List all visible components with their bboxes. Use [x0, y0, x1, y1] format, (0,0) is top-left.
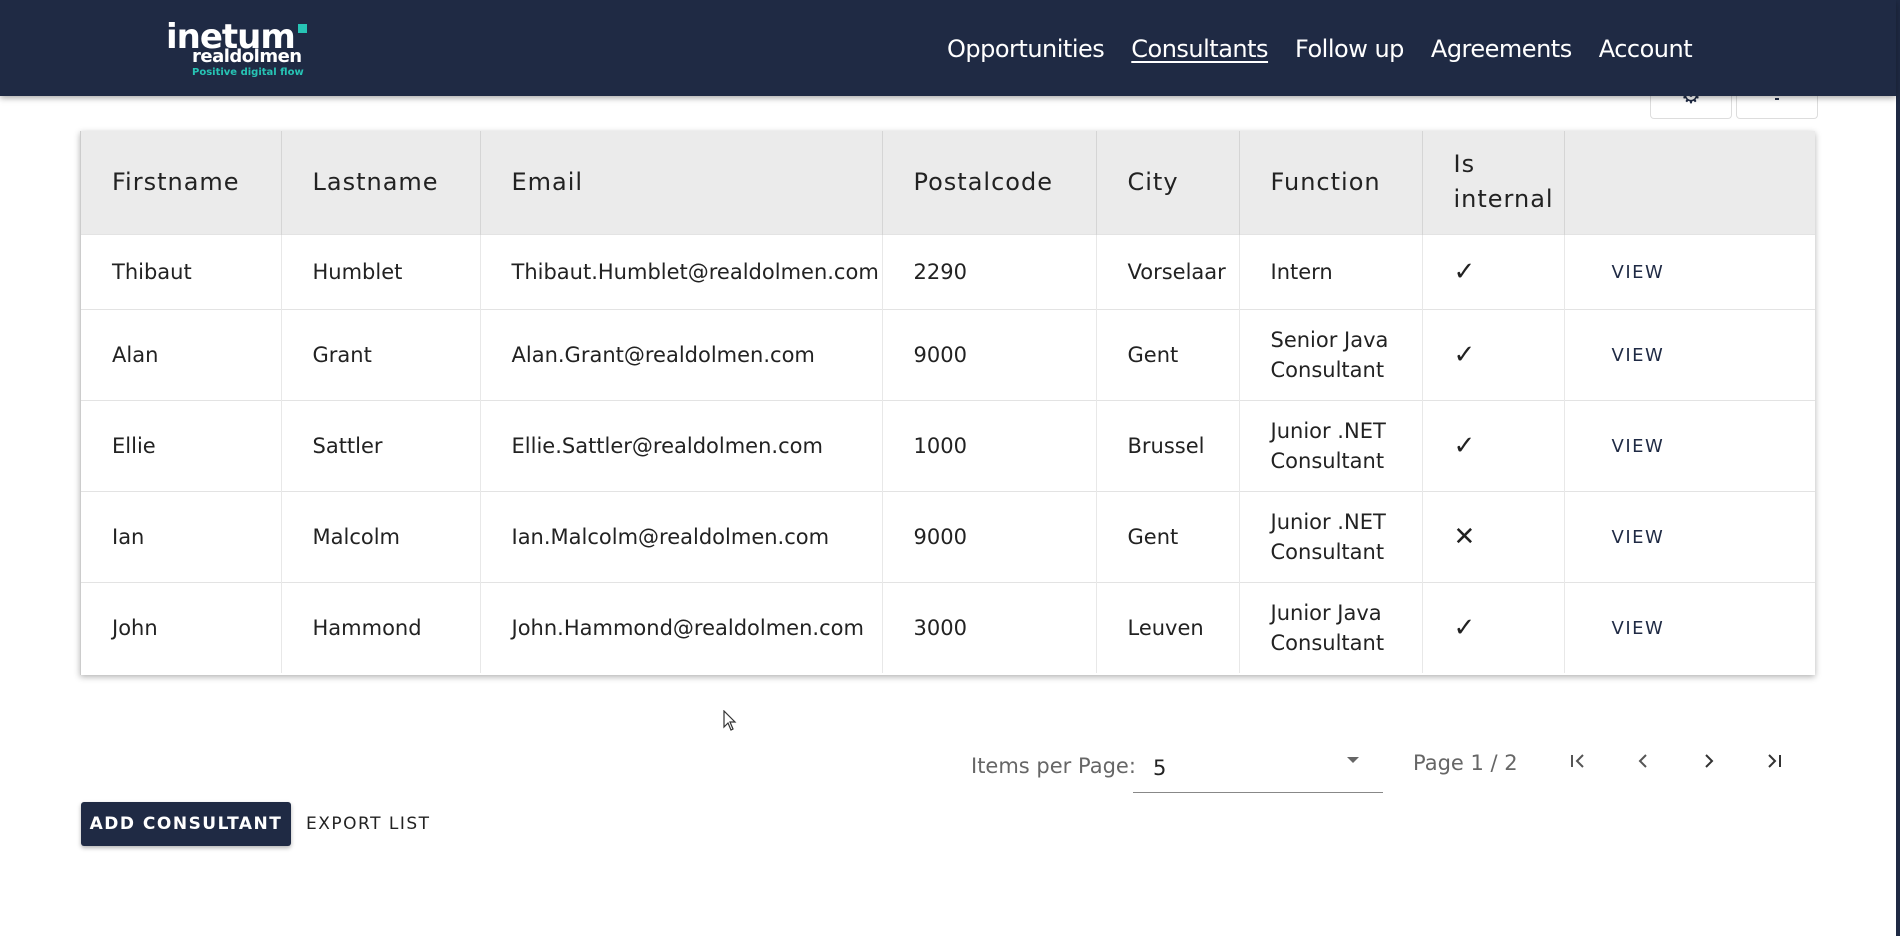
items-per-page-value: 5	[1153, 756, 1167, 780]
first-page-button[interactable]	[1563, 750, 1593, 778]
cell-city: Gent	[1096, 309, 1240, 400]
view-button[interactable]: VIEW	[1596, 436, 1665, 457]
inetum-realdolmen-logo[interactable]: inetum realdolmen Positive digital flow	[166, 18, 336, 80]
top-navigation-bar: inetum realdolmen Positive digital flow …	[0, 0, 1896, 96]
cell-function: Junior Java Consultant	[1239, 582, 1423, 673]
cell-function: Junior .NET Consultant	[1239, 400, 1423, 491]
nav-account[interactable]: Account	[1599, 34, 1693, 64]
cell-postalcode: 9000	[882, 491, 1097, 582]
check-icon: ✓	[1422, 309, 1565, 400]
main-nav: Opportunities Consultants Follow up Agre…	[947, 34, 1719, 64]
cell-city: Vorselaar	[1096, 234, 1240, 309]
cell-city: Gent	[1096, 491, 1240, 582]
cell-email: Alan.Grant@realdolmen.com	[480, 309, 883, 400]
column-header-email[interactable]: Email	[480, 131, 883, 234]
cell-firstname: Ian	[81, 491, 282, 582]
next-page-button[interactable]	[1694, 750, 1724, 778]
cell-firstname: Thibaut	[81, 234, 282, 309]
cell-lastname: Humblet	[281, 234, 481, 309]
view-button[interactable]: VIEW	[1596, 262, 1665, 283]
logo-tagline: Positive digital flow	[192, 67, 304, 78]
consultants-table: Firstname Lastname Email Postalcode City…	[80, 131, 1815, 675]
column-header-actions	[1564, 131, 1815, 234]
view-button[interactable]: VIEW	[1596, 618, 1665, 639]
cell-function: Junior .NET Consultant	[1239, 491, 1423, 582]
chevron-down-icon	[1347, 757, 1359, 763]
cell-lastname: Grant	[281, 309, 481, 400]
column-header-city[interactable]: City	[1096, 131, 1240, 234]
check-icon: ✓	[1422, 582, 1565, 673]
chevron-left-icon	[1638, 754, 1647, 768]
cell-function: Intern	[1239, 234, 1423, 309]
cell-postalcode: 9000	[882, 309, 1097, 400]
column-header-lastname[interactable]: Lastname	[281, 131, 481, 234]
view-button[interactable]: VIEW	[1596, 345, 1665, 366]
column-header-function[interactable]: Function	[1239, 131, 1423, 234]
table-row: Thibaut Humblet Thibaut.Humblet@realdolm…	[81, 234, 1815, 309]
nav-opportunities[interactable]: Opportunities	[947, 34, 1105, 64]
page-indicator: Page 1 / 2	[1413, 751, 1518, 775]
table-row: Alan Grant Alan.Grant@realdolmen.com 900…	[81, 309, 1815, 400]
nav-follow-up[interactable]: Follow up	[1295, 34, 1404, 64]
mouse-cursor-icon	[723, 710, 737, 731]
chevron-right-icon	[1705, 754, 1714, 768]
cell-city: Brussel	[1096, 400, 1240, 491]
nav-agreements[interactable]: Agreements	[1431, 34, 1572, 64]
cross-icon: ✕	[1422, 491, 1565, 582]
cell-firstname: Ellie	[81, 400, 282, 491]
cell-postalcode: 1000	[882, 400, 1097, 491]
cell-postalcode: 3000	[882, 582, 1097, 673]
previous-page-button[interactable]	[1628, 750, 1658, 778]
last-page-icon	[1768, 754, 1781, 768]
cell-email: John.Hammond@realdolmen.com	[480, 582, 883, 673]
cell-firstname: John	[81, 582, 282, 673]
last-page-button[interactable]	[1759, 750, 1789, 778]
cell-firstname: Alan	[81, 309, 282, 400]
export-list-button[interactable]: EXPORT LIST	[306, 802, 431, 846]
cell-function: Senior Java Consultant	[1239, 309, 1423, 400]
column-header-postalcode[interactable]: Postalcode	[882, 131, 1097, 234]
cell-email: Ellie.Sattler@realdolmen.com	[480, 400, 883, 491]
column-header-firstname[interactable]: Firstname	[81, 131, 282, 234]
column-header-is-internal[interactable]: Is internal	[1422, 131, 1565, 234]
cell-lastname: Hammond	[281, 582, 481, 673]
items-per-page-label: Items per Page:	[971, 754, 1136, 778]
nav-consultants[interactable]: Consultants	[1131, 34, 1268, 64]
first-page-icon	[1571, 754, 1584, 768]
cell-postalcode: 2290	[882, 234, 1097, 309]
add-consultant-button[interactable]: ADD CONSULTANT	[81, 802, 291, 846]
table-row: Ian Malcolm Ian.Malcolm@realdolmen.com 9…	[81, 491, 1815, 582]
check-icon: ✓	[1422, 234, 1565, 309]
logo-subbrand: realdolmen	[192, 46, 302, 67]
check-icon: ✓	[1422, 400, 1565, 491]
logo-accent-mark	[297, 24, 307, 33]
table-row: John Hammond John.Hammond@realdolmen.com…	[81, 582, 1815, 673]
cell-lastname: Sattler	[281, 400, 481, 491]
cell-email: Ian.Malcolm@realdolmen.com	[480, 491, 883, 582]
table-row: Ellie Sattler Ellie.Sattler@realdolmen.c…	[81, 400, 1815, 491]
cell-email: Thibaut.Humblet@realdolmen.com	[480, 234, 883, 309]
items-per-page-select[interactable]: 5	[1133, 744, 1383, 793]
cell-lastname: Malcolm	[281, 491, 481, 582]
table-header-row: Firstname Lastname Email Postalcode City…	[81, 131, 1815, 234]
view-button[interactable]: VIEW	[1596, 527, 1665, 548]
cell-city: Leuven	[1096, 582, 1240, 673]
